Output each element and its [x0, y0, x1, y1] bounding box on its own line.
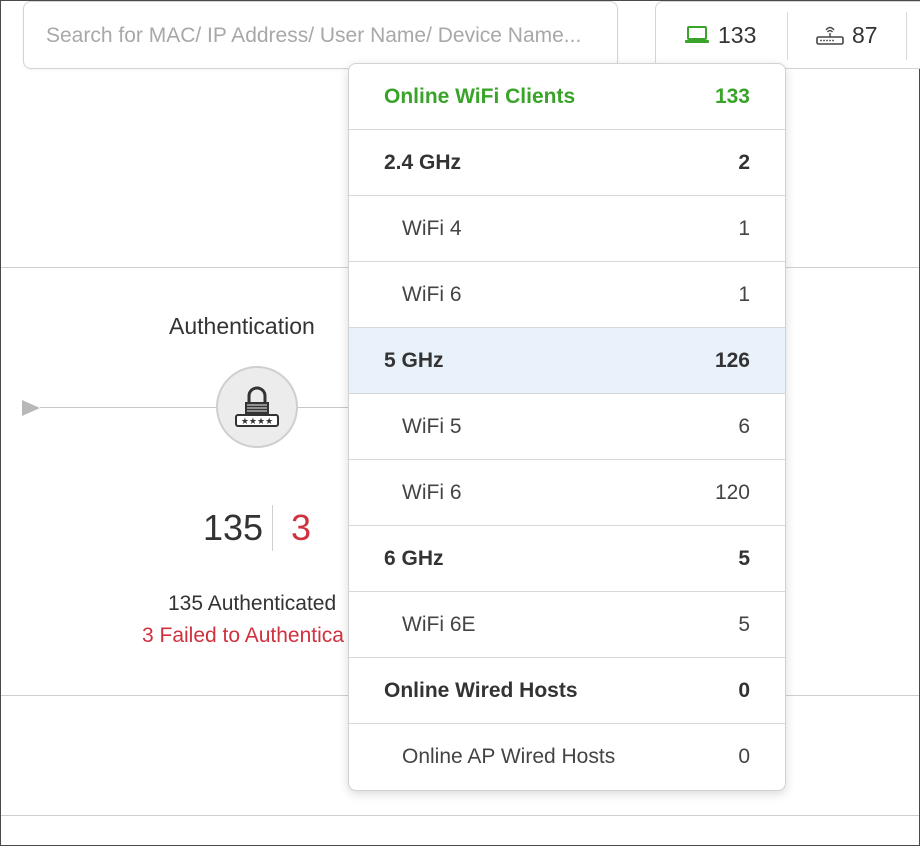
authentication-node[interactable]: ★★★★ [216, 366, 298, 448]
dropdown-row-label: WiFi 6 [402, 282, 462, 306]
dropdown-row-value: 0 [738, 745, 750, 768]
authenticated-text: 135 Authenticated [168, 592, 337, 615]
count-divider [272, 505, 273, 551]
top-stats-bar: 133 87 [655, 1, 920, 69]
dropdown-row-value: 6 [738, 414, 750, 438]
dropdown-row[interactable]: Online Wired Hosts 0 [349, 658, 785, 724]
dropdown-row-label: WiFi 6E [402, 612, 476, 636]
dropdown-row-value: 5 [738, 546, 750, 570]
clients-stat-button[interactable]: 133 [684, 2, 756, 68]
flow-arrow-icon [22, 400, 40, 416]
dropdown-row-label: Online AP Wired Hosts [402, 745, 616, 768]
search-input[interactable] [44, 2, 608, 70]
dropdown-row-value: 2 [738, 150, 750, 174]
svg-text:★★★★: ★★★★ [241, 417, 273, 427]
dropdown-row[interactable]: WiFi 4 1 [349, 196, 785, 262]
dropdown-row-value: 1 [738, 216, 750, 240]
dropdown-row-label: WiFi 6 [402, 480, 462, 504]
dropdown-row-value: 133 [714, 84, 750, 108]
dropdown-row-value: 1 [738, 282, 750, 306]
dropdown-row[interactable]: WiFi 6E 5 [349, 592, 785, 658]
dropdown-row-label: Online WiFi Clients [384, 84, 576, 108]
dropdown-row[interactable]: WiFi 6 120 [349, 460, 785, 526]
dropdown-row-label: Online Wired Hosts [384, 678, 578, 702]
dropdown-row[interactable]: 6 GHz 5 [349, 526, 785, 592]
search-box [23, 1, 618, 70]
stats-divider [906, 12, 907, 60]
aps-count: 87 [852, 21, 878, 48]
clients-count: 133 [718, 21, 757, 48]
dropdown-row-value: 0 [738, 678, 750, 702]
dropdown-row[interactable]: Online WiFi Clients 133 [349, 64, 785, 130]
lock-icon: ★★★★ [235, 386, 279, 427]
dropdown-row-value: 126 [714, 348, 750, 372]
dropdown-row-label: 6 GHz [384, 546, 444, 570]
dropdown-row[interactable]: Online AP Wired Hosts 0 [349, 724, 785, 790]
flow-line [40, 407, 360, 408]
authentication-title: Authentication [169, 313, 315, 339]
stats-divider [787, 12, 788, 60]
dropdown-row-value: 120 [714, 480, 750, 504]
authenticated-count: 135 [203, 507, 264, 548]
dropdown-row[interactable]: 5 GHz 126 [349, 328, 785, 394]
dropdown-row-label: 2.4 GHz [384, 150, 462, 174]
section-divider [1, 815, 919, 816]
access-point-icon [816, 26, 844, 45]
dropdown-row[interactable]: WiFi 5 6 [349, 394, 785, 460]
clients-breakdown-dropdown: Online WiFi Clients 133 2.4 GHz 2 WiFi 4 1 WiF… [348, 63, 786, 791]
failed-authentication-link[interactable]: 3 Failed to Authentica [142, 624, 344, 648]
dropdown-row-label: WiFi 4 [402, 216, 462, 240]
dropdown-row-value: 5 [738, 612, 750, 636]
dropdown-row-label: WiFi 5 [402, 414, 462, 438]
dropdown-row[interactable]: WiFi 6 1 [349, 262, 785, 328]
aps-stat-button[interactable]: 87 [816, 2, 878, 68]
dropdown-row-label: 5 GHz [384, 348, 444, 372]
dropdown-row[interactable]: 2.4 GHz 2 [349, 130, 785, 196]
failed-count: 3 [291, 507, 312, 548]
laptop-icon [685, 26, 709, 43]
